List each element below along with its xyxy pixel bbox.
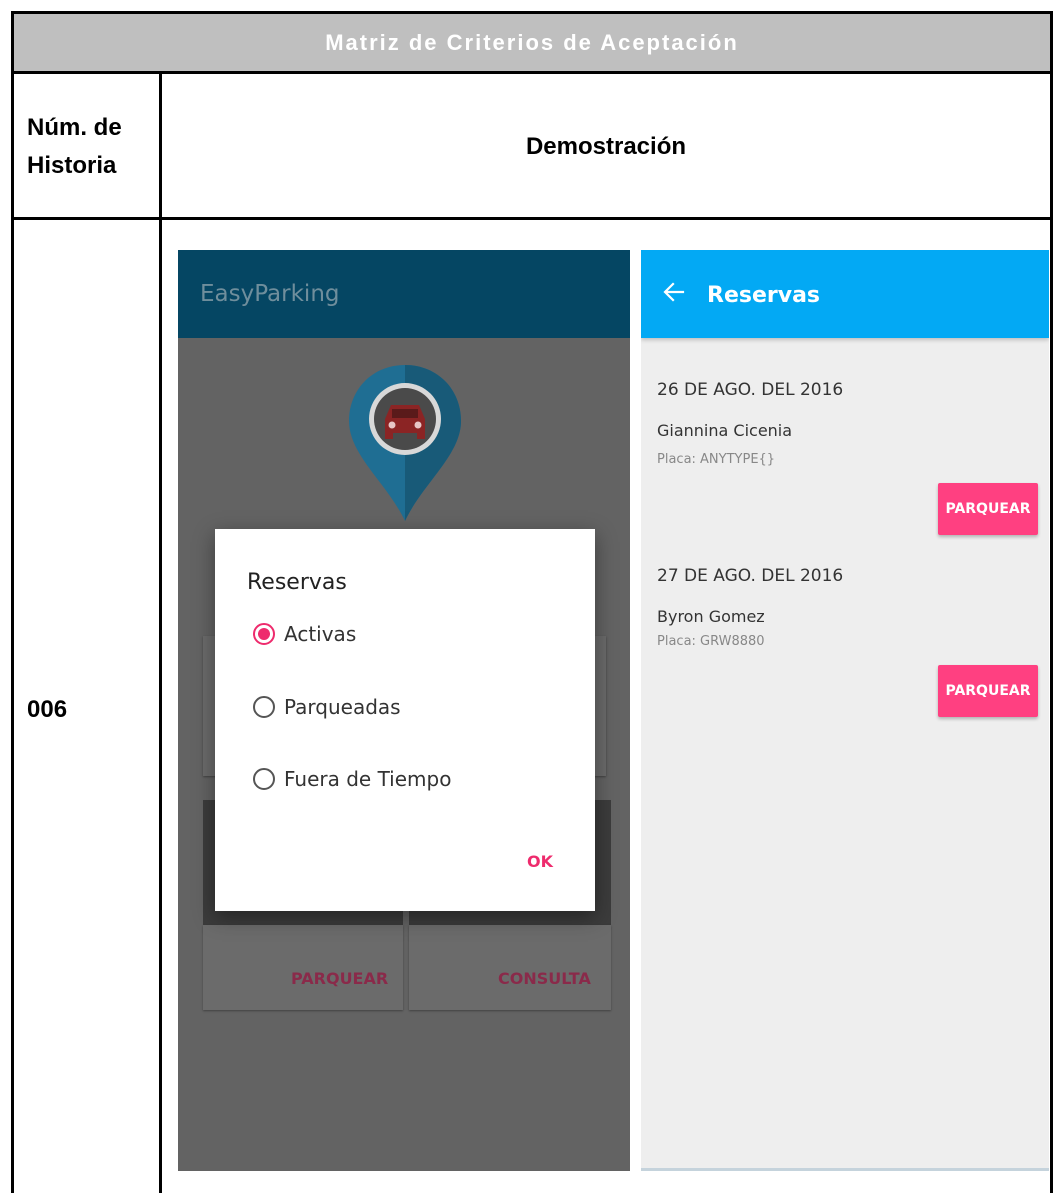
- column-divider: [159, 74, 162, 1193]
- story-number: 006: [27, 696, 68, 723]
- app-title: EasyParking: [200, 281, 340, 307]
- parquear-button[interactable]: PARQUEAR: [938, 665, 1038, 717]
- reservation-date: 26 DE AGO. DEL 2016: [657, 380, 844, 400]
- dialog-title: Reservas: [247, 570, 347, 595]
- card-parquear[interactable]: PARQUEAR: [203, 925, 403, 1010]
- screenshot-home-dialog: EasyParking PARQUEAR CONSULTA Reservas A…: [178, 250, 630, 1171]
- reservation-name: Giannina Cicenia: [657, 421, 793, 440]
- left-app-bar: EasyParking: [178, 250, 630, 338]
- reservation-name: Byron Gomez: [657, 607, 765, 626]
- radio-option-activas[interactable]: Activas: [253, 622, 356, 646]
- parquear-button[interactable]: PARQUEAR: [938, 483, 1038, 535]
- reservation-plate: Placa: ANYTYPE{}: [657, 452, 776, 467]
- screen-title: Reservas: [707, 283, 821, 308]
- header-row-divider: [14, 217, 1050, 220]
- reservas-dialog: Reservas Activas Parqueadas Fuera de Tie…: [215, 529, 595, 911]
- bottom-divider: [641, 1168, 1049, 1171]
- radio-checked-icon[interactable]: [253, 623, 275, 645]
- screenshot-reservas-list: Reservas 26 DE AGO. DEL 2016 Giannina Ci…: [641, 250, 1049, 1171]
- radio-unchecked-icon[interactable]: [253, 696, 275, 718]
- reservation-date: 27 DE AGO. DEL 2016: [657, 566, 844, 586]
- ok-button[interactable]: OK: [527, 852, 553, 871]
- right-app-bar: Reservas: [641, 250, 1049, 338]
- card-parquear-label: PARQUEAR: [291, 969, 389, 988]
- radio-option-fuera-de-tiempo[interactable]: Fuera de Tiempo: [253, 767, 451, 791]
- card-consulta[interactable]: CONSULTA: [409, 925, 611, 1010]
- map-pin-car-icon: [349, 365, 461, 521]
- header-story-number-line1: Núm. de: [27, 114, 122, 141]
- reservation-plate: Placa: GRW8880: [657, 634, 765, 649]
- radio-option-parqueadas[interactable]: Parqueadas: [253, 695, 401, 719]
- arrow-back-icon[interactable]: [661, 279, 687, 305]
- header-story-number: Núm. de Historia: [14, 77, 159, 217]
- radio-unchecked-icon[interactable]: [253, 768, 275, 790]
- table-title-bar: Matriz de Criterios de Aceptación: [14, 14, 1050, 74]
- header-demo: Demostración: [525, 133, 687, 160]
- table-title: Matriz de Criterios de Aceptación: [325, 29, 739, 55]
- card-consulta-label: CONSULTA: [498, 969, 591, 988]
- header-story-number-line2: Historia: [27, 152, 117, 179]
